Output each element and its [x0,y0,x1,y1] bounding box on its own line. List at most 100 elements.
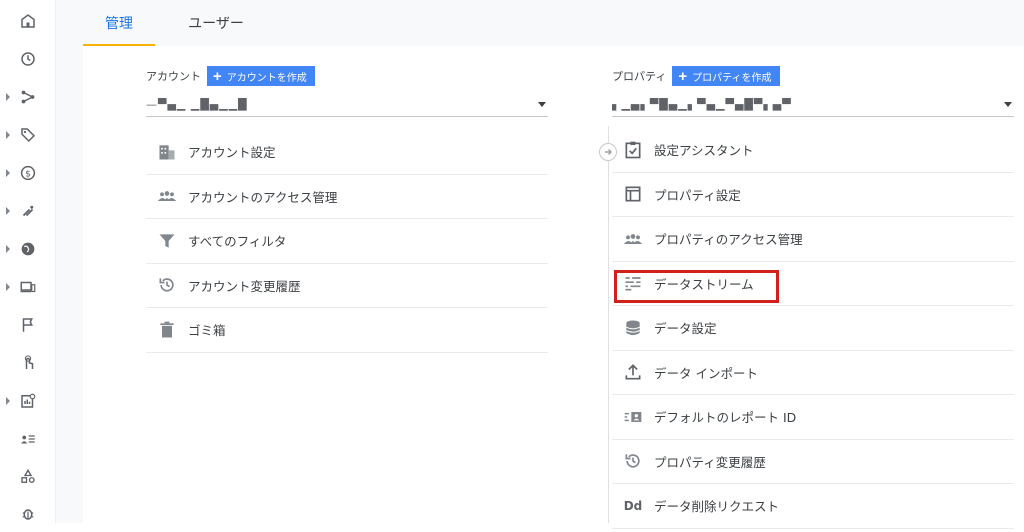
nav-audiences[interactable] [0,420,56,458]
dropdown-arrow-icon [538,102,546,107]
tab-users[interactable]: ユーザー [166,0,266,46]
data-deletion-icon: Dd [623,498,643,513]
expand-caret-icon [6,93,10,101]
expand-caret-icon [6,131,10,139]
flag-icon [22,318,33,332]
plus-icon: + [213,67,222,85]
dollar-icon: $ [20,165,36,181]
menu-item-label: データ インポート [654,365,758,381]
menu-item-label: データ設定 [654,321,717,337]
main-area: 管理 ユーザー アカウント + アカウントを作成 —▀▄▁ ▁█▄▁▁█ アカウ… [56,0,1024,529]
menu-item-label: 設定アシスタント [654,143,754,159]
menu-item-label: データ削除リクエスト [654,499,780,515]
menu-item-label: プロパティのアクセス管理 [654,232,803,248]
data-settings-item[interactable]: データ設定 [612,306,1014,351]
column-divider [608,126,609,523]
property-selector[interactable]: ▖▁▄▖▀█▄▁▖▀▄▁▀▄█▀▖▄▀ [612,93,1014,117]
nav-debug[interactable] [0,494,56,532]
history-icon [156,274,178,296]
menu-item-label: アカウント変更履歴 [188,278,301,294]
explore-report-icon [21,393,36,408]
nav-lifecycle[interactable] [0,78,56,116]
account-selected-value: —▀▄▁ ▁█▄▁▁█ [146,98,248,111]
menu-item-label: ゴミ箱 [188,323,226,339]
property-selected-value: ▖▁▄▖▀█▄▁▖▀▄▁▀▄█▀▖▄▀ [612,98,792,111]
expand-caret-icon [6,207,10,215]
expand-caret-icon [6,245,10,253]
property-settings-item[interactable]: プロパティ設定 [612,173,1014,217]
admin-tabs: 管理 ユーザー [56,0,1024,46]
highlight-box [614,269,779,303]
people-icon [622,228,644,250]
create-property-button[interactable]: + プロパティを作成 [672,66,780,86]
menu-item-label: プロパティ設定 [654,187,741,203]
account-column-header: アカウント + アカウントを作成 [146,66,315,86]
nav-library[interactable] [0,458,56,496]
menu-item-label: すべてのフィルタ [188,234,287,250]
account-menu: アカウント設定 アカウントのアクセス管理 すべてのフィルタ アカウント変更履歴 … [146,130,548,353]
history-icon [622,450,644,472]
property-access-item[interactable]: プロパティのアクセス管理 [612,217,1014,262]
flow-icon [21,90,35,104]
trash-item[interactable]: ゴミ箱 [146,308,548,353]
property-column-header: プロパティ + プロパティを作成 [612,66,780,86]
nav-realtime[interactable] [0,40,56,78]
create-property-label: プロパティを作成 [692,72,772,84]
account-selector[interactable]: —▀▄▁ ▁█▄▁▁█ [146,93,548,117]
create-account-button[interactable]: + アカウントを作成 [207,66,315,86]
shapes-icon [21,468,35,483]
report-id-icon [622,406,644,428]
tag-icon [21,128,36,143]
nav-tech[interactable] [0,268,56,306]
admin-content: アカウント + アカウントを作成 —▀▄▁ ▁█▄▁▁█ アカウント設定 アカウ… [83,46,1024,529]
nav-events[interactable] [0,306,56,344]
property-change-history-item[interactable]: プロパティ変更履歴 [612,440,1014,484]
nav-conversions[interactable] [0,344,56,382]
left-nav-rail: $ [0,0,56,523]
create-account-label: アカウントを作成 [226,72,307,84]
account-access-item[interactable]: アカウントのアクセス管理 [146,175,548,219]
nav-demographics[interactable] [0,230,56,268]
data-import-item[interactable]: データ インポート [612,351,1014,395]
all-filters-item[interactable]: すべてのフィルタ [146,219,548,264]
menu-item-label: アカウントのアクセス管理 [188,189,338,205]
nav-retention[interactable] [0,192,56,230]
menu-item-label: アカウント設定 [188,145,276,161]
dropdown-arrow-icon [1004,102,1012,107]
devices-icon [20,281,36,293]
setup-assistant-item[interactable]: 設定アシスタント [612,128,1014,173]
checklist-icon [622,139,644,161]
property-label: プロパティ [612,70,667,83]
nav-home[interactable] [0,2,56,40]
touch-icon [24,355,34,369]
expand-caret-icon [6,169,10,177]
bug-icon [22,509,34,520]
plus-icon: + [678,67,688,85]
nav-monetization[interactable]: $ [0,154,56,192]
upload-icon [622,361,644,383]
clock-icon [21,52,35,66]
globe-icon [21,242,35,256]
svg-text:$: $ [25,169,31,179]
home-icon [21,14,35,28]
data-deletion-request-item[interactable]: Dd データ削除リクエスト [612,484,1014,529]
building-icon [156,141,178,163]
audience-list-icon [21,435,35,444]
data-streams-item[interactable]: データストリーム [612,262,1014,306]
trash-icon [156,319,178,341]
tab-admin[interactable]: 管理 [83,0,155,46]
people-icon [156,185,178,207]
account-change-history-item[interactable]: アカウント変更履歴 [146,264,548,308]
default-reporting-id-item[interactable]: デフォルトのレポート ID [612,395,1014,440]
menu-item-label: デフォルトのレポート ID [654,410,797,426]
nav-tags[interactable] [0,116,56,154]
account-settings-item[interactable]: アカウント設定 [146,130,548,175]
expand-caret-icon [6,283,10,291]
menu-item-label: プロパティ変更履歴 [654,454,766,470]
expand-caret-icon [6,397,10,405]
magnet-icon [22,205,34,217]
account-label: アカウント [146,70,201,83]
filter-icon [156,230,178,252]
property-menu: 設定アシスタント プロパティ設定 プロパティのアクセス管理 データストリーム デ… [612,128,1014,529]
nav-explore[interactable] [0,382,56,420]
